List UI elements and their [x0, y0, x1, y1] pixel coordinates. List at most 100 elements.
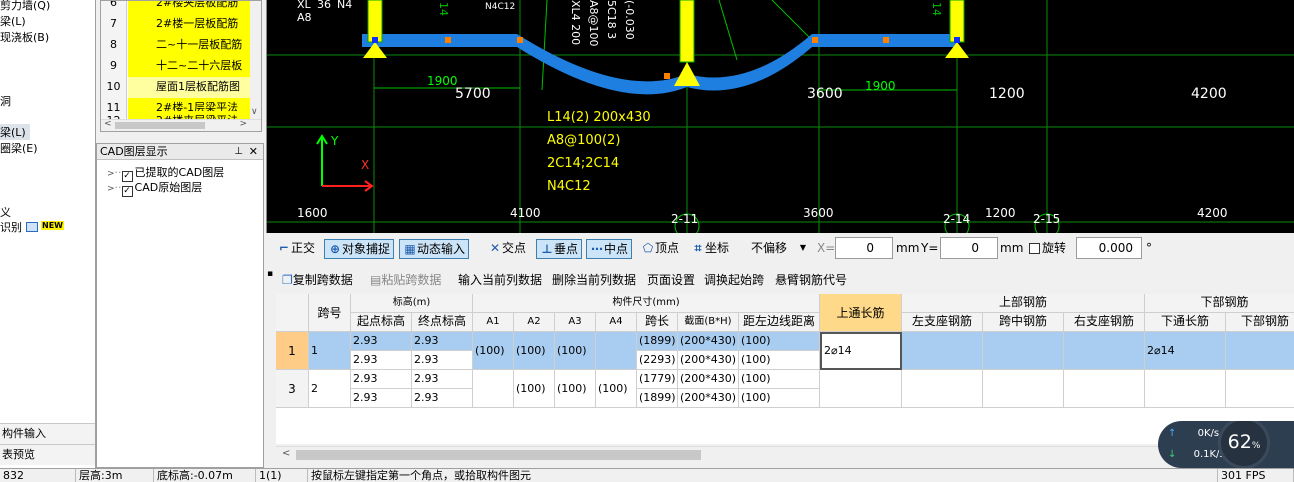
- cell-end-elev[interactable]: 2.93: [412, 370, 473, 389]
- cell-left-dist[interactable]: (100): [739, 370, 820, 389]
- nav-item-opening[interactable]: 洞: [0, 93, 11, 109]
- cell-bottom-long[interactable]: [1145, 370, 1226, 408]
- nav-item-cast-slab[interactable]: 现浇板(B): [0, 29, 49, 45]
- cell-top-long[interactable]: [820, 370, 902, 408]
- cell-span-length[interactable]: (1899): [637, 389, 678, 408]
- cell-left-support[interactable]: [902, 370, 983, 408]
- cell-span[interactable]: 2: [309, 370, 351, 408]
- layer-checkbox[interactable]: ✓: [121, 186, 133, 197]
- input-column-button[interactable]: 输入当前列数据: [458, 271, 542, 289]
- cell-a1[interactable]: (100): [473, 332, 514, 370]
- column-header[interactable]: 跨中钢筋: [983, 313, 1064, 332]
- pin-icon[interactable]: ▪: [267, 268, 273, 283]
- expand-icon[interactable]: >: [107, 184, 115, 194]
- cell-left-dist[interactable]: (100): [739, 332, 820, 351]
- column-header[interactable]: 左支座钢筋: [902, 313, 983, 332]
- page-setup-button[interactable]: 页面设置: [647, 271, 695, 289]
- scroll-thumb[interactable]: [115, 122, 205, 129]
- scroll-right-icon[interactable]: >: [239, 119, 247, 129]
- column-header[interactable]: 下部钢筋: [1226, 313, 1294, 332]
- paste-span-button[interactable]: ▤粘贴跨数据: [370, 271, 441, 289]
- pin-icon[interactable]: ⊥: [234, 144, 243, 160]
- horizontal-scrollbar[interactable]: < >: [101, 119, 261, 131]
- dynamic-input-button[interactable]: ▦动态输入: [399, 239, 470, 259]
- cell-start-elev[interactable]: 2.93: [351, 351, 412, 370]
- cell-span-length[interactable]: (2293): [637, 351, 678, 370]
- nav-item-recognize[interactable]: 识别 NEW: [0, 219, 64, 235]
- close-icon[interactable]: ✕: [249, 144, 258, 160]
- cell-section[interactable]: (200*430): [678, 332, 739, 351]
- scroll-left-icon[interactable]: <: [104, 119, 112, 129]
- intersection-snap-button[interactable]: ✕ 交点: [485, 239, 529, 259]
- nav-item-beam[interactable]: 梁(L): [0, 13, 26, 29]
- cell-span-length[interactable]: (1899): [637, 332, 678, 351]
- column-header[interactable]: 起点标高: [351, 313, 412, 332]
- rotate-checkbox[interactable]: [1029, 243, 1040, 254]
- cell-bottom-rebar[interactable]: [1226, 370, 1294, 408]
- column-header[interactable]: A3: [555, 313, 596, 332]
- column-header[interactable]: 距左边线距离: [739, 313, 820, 332]
- header-top-long[interactable]: 上通长筋: [820, 294, 902, 332]
- cell-start-elev[interactable]: 2.93: [351, 332, 412, 351]
- cell-a3[interactable]: (100): [555, 370, 596, 408]
- rotate-input[interactable]: 0.000: [1076, 237, 1142, 259]
- copy-span-button[interactable]: ❐复制跨数据: [282, 271, 353, 289]
- perpendicular-snap-button[interactable]: ⊥ 垂点: [536, 239, 583, 259]
- column-header[interactable]: 右支座钢筋: [1064, 313, 1145, 332]
- cell-mid-span[interactable]: [983, 370, 1064, 408]
- offset-mode-select[interactable]: 不偏移 ▼: [748, 239, 808, 259]
- column-header[interactable]: 跨长: [637, 313, 678, 332]
- drawing-row[interactable]: 7 2#楼一层板配筋: [101, 14, 251, 35]
- ortho-button[interactable]: ⌐ 正交: [274, 239, 318, 259]
- cell-a2[interactable]: (100): [514, 370, 555, 408]
- cell-top-long-active[interactable]: 2⌀14: [820, 332, 902, 370]
- cell-a3[interactable]: (100): [555, 332, 596, 370]
- drawing-row[interactable]: 10 屋面1层板配筋图: [101, 77, 251, 98]
- vertex-snap-button[interactable]: ⬠ 顶点: [638, 239, 682, 259]
- x-offset-input[interactable]: 0: [835, 237, 893, 259]
- column-header[interactable]: A4: [596, 313, 637, 332]
- cell-left-support[interactable]: [902, 332, 983, 370]
- cell-end-elev[interactable]: 2.93: [412, 351, 473, 370]
- y-offset-input[interactable]: 0: [940, 237, 998, 259]
- network-speed-widget[interactable]: ↑ 0K/s ↓ 0.1K/s 62%: [1158, 421, 1294, 468]
- delete-column-button[interactable]: 删除当前列数据: [552, 271, 636, 289]
- drawing-row[interactable]: 9 十二~二十六层板: [101, 56, 251, 77]
- column-header[interactable]: A1: [473, 313, 514, 332]
- column-header[interactable]: 下通长筋: [1145, 313, 1226, 332]
- cell-end-elev[interactable]: 2.93: [412, 389, 473, 408]
- cell-span[interactable]: 1: [309, 332, 351, 370]
- cell-section[interactable]: (200*430): [678, 351, 739, 370]
- table-horizontal-scrollbar[interactable]: <: [276, 446, 1294, 463]
- coordinate-button[interactable]: ⌗ 坐标: [688, 239, 732, 259]
- nav-item-ring-beam[interactable]: 圈梁(E): [0, 140, 38, 156]
- cell-a2[interactable]: (100): [514, 332, 555, 370]
- drawing-row[interactable]: 8 二~十一层板配筋: [101, 35, 251, 56]
- scroll-thumb[interactable]: [296, 450, 701, 460]
- vertical-scrollbar[interactable]: ∨: [250, 1, 261, 119]
- cell-start-elev[interactable]: 2.93: [351, 389, 412, 408]
- cell-right-support[interactable]: [1064, 370, 1145, 408]
- midpoint-snap-button[interactable]: ⋯中点: [586, 239, 633, 259]
- cell-right-support[interactable]: [1064, 332, 1145, 370]
- layer-item-original[interactable]: >·· ✓ CAD原始图层: [107, 179, 202, 197]
- cell-span-length[interactable]: (1779): [637, 370, 678, 389]
- cell-bottom-long[interactable]: 2⌀14: [1145, 332, 1226, 370]
- cell-left-dist[interactable]: (100): [739, 351, 820, 370]
- cantilever-code-button[interactable]: 悬臂钢筋代号: [775, 271, 847, 289]
- column-header[interactable]: 截面(B*H): [678, 313, 739, 332]
- cell-a4[interactable]: [596, 332, 637, 370]
- drawing-row[interactable]: 6 2#楼夹层板配筋: [101, 1, 251, 14]
- cell-a1[interactable]: [473, 370, 514, 408]
- swap-start-span-button[interactable]: 调换起始跨: [704, 271, 764, 289]
- nav-item-shear-wall[interactable]: 剪力墙(Q): [0, 0, 50, 13]
- nav-item-define[interactable]: 义: [0, 204, 11, 220]
- table-row[interactable]: 1 1 2.93 2.93 2.93 2.93 (100) (100) (100…: [276, 332, 1294, 370]
- cell-start-elev[interactable]: 2.93: [351, 370, 412, 389]
- object-snap-button[interactable]: ⊕ 对象捕捉: [324, 239, 395, 259]
- cell-a4[interactable]: (100): [596, 370, 637, 408]
- cell-left-dist[interactable]: (100): [739, 389, 820, 408]
- rotate-toggle[interactable]: 旋转: [1026, 239, 1069, 259]
- scroll-down-icon[interactable]: ∨: [251, 107, 258, 117]
- cell-bottom-rebar[interactable]: [1226, 332, 1294, 370]
